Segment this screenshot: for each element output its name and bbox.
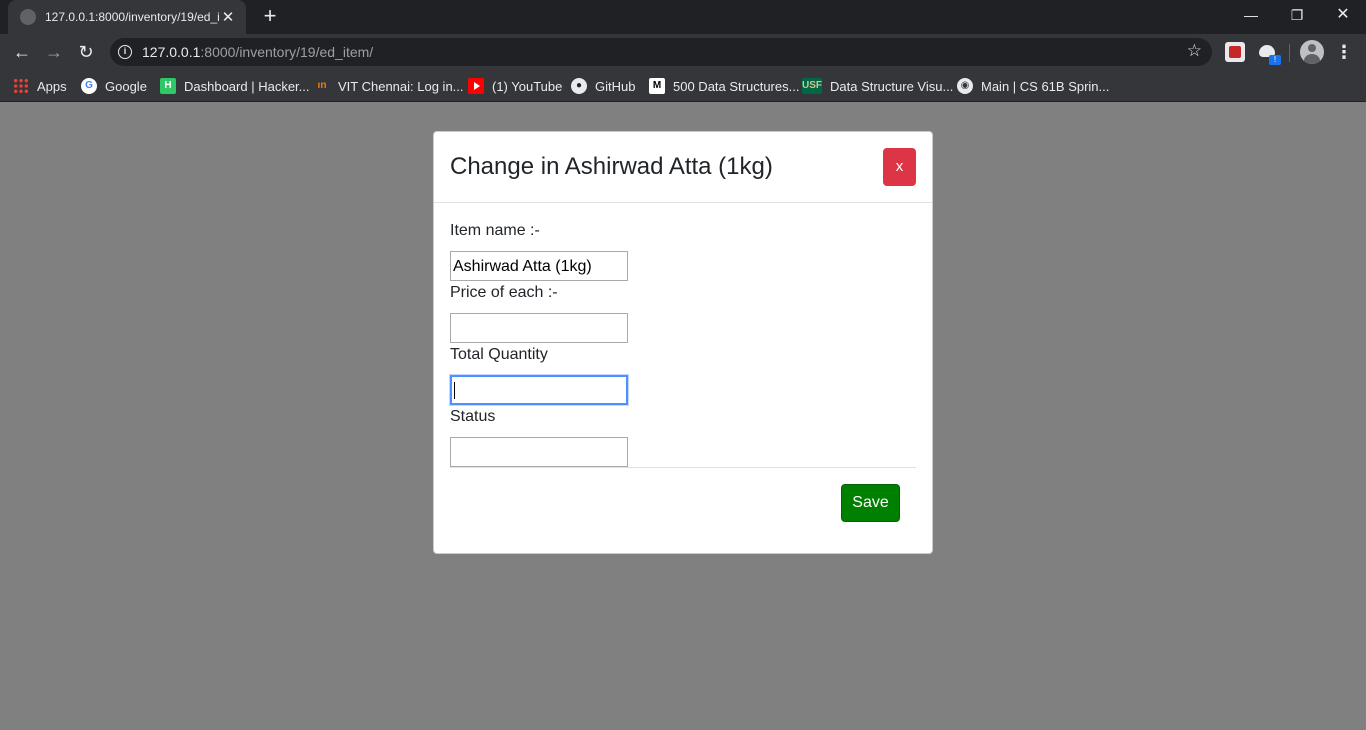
bookmark-google[interactable]: G Google: [81, 77, 147, 95]
status-label: Status: [450, 408, 496, 425]
minimize-button[interactable]: —: [1228, 0, 1274, 30]
youtube-icon: [468, 78, 484, 94]
bookmark-hackerrank[interactable]: H Dashboard | Hacker...: [160, 77, 310, 95]
total-quantity-label: Total Quantity: [450, 346, 548, 363]
bookmark-usf[interactable]: USF Data Structure Visu...: [802, 77, 953, 95]
bookmark-label: Google: [105, 78, 147, 94]
reload-button[interactable]: ↻: [74, 40, 98, 64]
item-name-label: Item name :-: [450, 222, 540, 239]
edit-item-modal: Change in Ashirwad Atta (1kg) x Item nam…: [433, 131, 933, 554]
modal-footer-divider: [450, 467, 916, 468]
hackerrank-icon: H: [160, 78, 176, 94]
modal-header: Change in Ashirwad Atta (1kg) x: [434, 132, 932, 203]
address-bar[interactable]: i 127.0.0.1:8000/inventory/19/ed_item/ ☆: [110, 38, 1212, 66]
vit-icon: ın: [317, 80, 327, 91]
bookmark-label: Dashboard | Hacker...: [184, 78, 310, 94]
bookmark-medium[interactable]: M 500 Data Structures...: [649, 77, 799, 95]
url-path: :8000/inventory/19/ed_item/: [200, 44, 374, 60]
price-label: Price of each :-: [450, 284, 558, 301]
bookmark-label: (1) YouTube: [492, 78, 563, 94]
extension-icon[interactable]: [1225, 42, 1245, 62]
browser-toolbar: ← → ↻ i 127.0.0.1:8000/inventory/19/ed_i…: [0, 34, 1366, 70]
bookmark-label: Apps: [37, 78, 67, 94]
modal-close-button[interactable]: x: [883, 148, 916, 186]
bookmark-label: VIT Chennai: Log in...: [338, 78, 464, 94]
url-host: 127.0.0.1: [142, 44, 201, 60]
back-button[interactable]: ←: [10, 40, 34, 64]
save-button[interactable]: Save: [841, 484, 900, 522]
bookmark-label: 500 Data Structures...: [673, 78, 800, 94]
globe-icon: ◉: [957, 78, 973, 94]
forward-button[interactable]: →: [42, 40, 66, 64]
toolbar-divider: [1289, 44, 1290, 62]
site-info-icon[interactable]: i: [118, 45, 132, 59]
usf-icon: USF: [802, 78, 822, 94]
extension-cloud-icon[interactable]: !: [1258, 42, 1281, 65]
restore-button[interactable]: ❐: [1274, 0, 1320, 30]
bookmark-cs61b[interactable]: ◉ Main | CS 61B Sprin...: [957, 77, 1109, 95]
bookmark-apps[interactable]: Apps: [13, 77, 67, 95]
item-name-input[interactable]: Ashirwad Atta (1kg): [450, 251, 628, 281]
tab-strip: 127.0.0.1:8000/inventory/19/ed_i ✕ + — ❐…: [0, 0, 1366, 34]
status-input[interactable]: [450, 437, 628, 467]
tab-close-icon[interactable]: ✕: [220, 8, 236, 26]
apps-icon: [13, 78, 29, 94]
price-input[interactable]: [450, 313, 628, 343]
bookmark-label: Data Structure Visu...: [830, 78, 954, 94]
browser-tab[interactable]: 127.0.0.1:8000/inventory/19/ed_i ✕: [8, 0, 246, 34]
new-tab-button[interactable]: +: [258, 5, 282, 29]
bookmark-github[interactable]: ● GitHub: [571, 77, 635, 95]
url-text[interactable]: 127.0.0.1:8000/inventory/19/ed_item/: [142, 44, 373, 60]
bookmark-label: GitHub: [595, 78, 636, 94]
bookmark-star-icon[interactable]: ☆: [1187, 41, 1202, 61]
bookmark-label: Main | CS 61B Sprin...: [981, 78, 1110, 94]
bookmark-vit[interactable]: ın VIT Chennai: Log in...: [314, 77, 464, 95]
profile-avatar-icon[interactable]: [1300, 40, 1324, 64]
more-menu-icon[interactable]: ⋮: [1334, 40, 1354, 64]
window-close-button[interactable]: ✕: [1320, 0, 1366, 30]
extension-badge: !: [1269, 55, 1281, 65]
globe-favicon-icon: [20, 9, 36, 25]
bookmarks-bar: Apps G Google H Dashboard | Hacker... ın…: [0, 70, 1366, 102]
medium-icon: M: [649, 78, 665, 94]
modal-title: Change in Ashirwad Atta (1kg): [450, 153, 773, 180]
github-icon: ●: [571, 78, 587, 94]
bookmark-youtube[interactable]: (1) YouTube: [468, 77, 562, 95]
tab-title: 127.0.0.1:8000/inventory/19/ed_i: [45, 10, 220, 24]
total-quantity-input[interactable]: [450, 375, 628, 405]
item-name-value: Ashirwad Atta (1kg): [453, 258, 592, 275]
google-icon: G: [81, 78, 97, 94]
